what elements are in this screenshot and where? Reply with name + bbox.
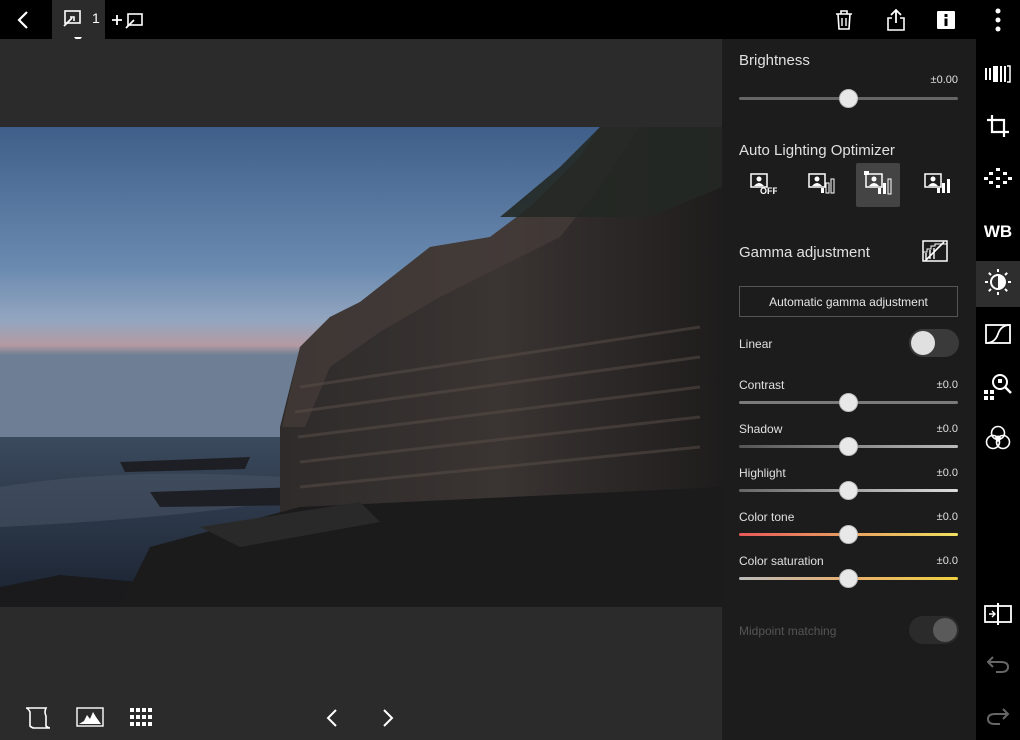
share-icon <box>886 8 906 32</box>
rating-value: 1 <box>92 10 100 26</box>
shadow-label: Shadow <box>739 422 783 436</box>
filmstrip-scroll-icon <box>24 707 52 734</box>
lens-correction-icon <box>984 167 1012 194</box>
top-toolbar: 1 <box>0 0 1020 42</box>
more-vertical-icon <box>995 8 1001 32</box>
color-saturation-label: Color saturation <box>739 554 824 568</box>
linear-toggle[interactable] <box>909 329 959 357</box>
brightness-label: Brightness <box>739 52 810 69</box>
filmstrip-button[interactable] <box>24 706 52 735</box>
previous-image-button[interactable] <box>326 708 338 733</box>
next-image-button[interactable] <box>382 708 394 733</box>
svg-text:OFF: OFF <box>760 186 777 195</box>
highlight-label: Highlight <box>739 466 786 480</box>
share-button[interactable] <box>882 0 910 39</box>
info-button[interactable] <box>934 0 958 39</box>
sidebar-item-presets[interactable] <box>976 53 1020 99</box>
compare-icon <box>984 602 1012 630</box>
undo-button[interactable] <box>976 643 1020 689</box>
sidebar-item-tone-curve[interactable] <box>976 313 1020 359</box>
info-icon <box>937 10 955 29</box>
chevron-left-icon <box>16 10 30 30</box>
photo-preview[interactable] <box>0 127 722 607</box>
chevron-right-icon <box>382 709 394 732</box>
detail-zoom-icon <box>984 372 1012 405</box>
brightness-slider-knob[interactable] <box>839 89 858 108</box>
automatic-gamma-adjustment-button[interactable]: Automatic gamma adjustment <box>739 286 958 317</box>
image-viewer[interactable] <box>0 39 722 696</box>
sidebar-item-color[interactable] <box>976 417 1020 463</box>
chevron-left-icon <box>326 709 338 732</box>
undo-icon <box>986 655 1010 678</box>
grid-icon <box>130 708 152 730</box>
alo-off-icon: OFF <box>749 171 778 200</box>
alo-standard-button[interactable] <box>856 163 900 207</box>
contrast-slider-knob[interactable] <box>839 393 858 412</box>
sidebar-item-lens[interactable] <box>976 157 1020 203</box>
sidebar-item-white-balance[interactable]: WB <box>976 209 1020 255</box>
delete-button[interactable] <box>830 0 858 39</box>
contrast-label: Contrast <box>739 378 785 392</box>
gamma-curve-icon <box>922 240 948 266</box>
crop-icon <box>986 114 1010 143</box>
shadow-slider-knob[interactable] <box>839 437 858 456</box>
histogram-button[interactable] <box>76 707 104 732</box>
adjustment-panel: Brightness ±0.00 Auto Lighting Optimizer… <box>722 39 976 740</box>
shadow-value: ±0.0 <box>936 423 958 435</box>
sidebar-item-detail[interactable] <box>976 365 1020 411</box>
sidebar-item-crop[interactable] <box>976 105 1020 151</box>
color-tone-label: Color tone <box>739 510 795 524</box>
sidebar-item-brightness[interactable] <box>976 261 1020 307</box>
gamma-adjust-button[interactable] <box>922 240 948 267</box>
redo-icon <box>986 707 1010 730</box>
alo-low-icon <box>807 171 835 200</box>
alo-high-icon <box>923 171 951 200</box>
back-button[interactable] <box>8 0 38 39</box>
color-saturation-value: ±0.0 <box>936 555 958 567</box>
tone-curve-icon <box>985 323 1011 349</box>
gamma-label: Gamma adjustment <box>739 244 870 261</box>
histogram-icon <box>76 707 104 731</box>
alo-standard-icon <box>863 170 893 201</box>
alo-label: Auto Lighting Optimizer <box>739 142 895 159</box>
highlight-slider-knob[interactable] <box>839 481 858 500</box>
brightness-value: ±0.00 <box>930 74 958 86</box>
add-rating-icon <box>110 10 146 30</box>
more-button[interactable] <box>988 0 1008 39</box>
add-rating-button[interactable] <box>108 0 148 39</box>
alo-off-button[interactable]: OFF <box>741 163 785 207</box>
alo-low-button[interactable] <box>799 163 843 207</box>
midpoint-matching-toggle[interactable] <box>909 616 959 644</box>
color-saturation-slider-knob[interactable] <box>839 569 858 588</box>
bottom-toolbar <box>0 696 722 740</box>
color-tone-value: ±0.0 <box>936 511 958 523</box>
linear-label: Linear <box>739 337 773 351</box>
contrast-value: ±0.0 <box>936 379 958 391</box>
alo-high-button[interactable] <box>915 163 959 207</box>
color-icon <box>985 425 1011 456</box>
highlight-value: ±0.0 <box>936 467 958 479</box>
midpoint-matching-label: Midpoint matching <box>739 624 837 638</box>
brightness-icon <box>984 268 1012 301</box>
grid-button[interactable] <box>130 708 152 731</box>
tone-curve-presets-icon <box>985 64 1011 89</box>
white-balance-icon: WB <box>983 222 1013 241</box>
midpoint-matching-toggle-knob <box>933 618 957 642</box>
tool-sidebar: WB <box>976 39 1020 740</box>
trash-icon <box>835 9 853 31</box>
color-tone-slider-knob[interactable] <box>839 525 858 544</box>
linear-toggle-knob <box>911 331 935 355</box>
redo-button[interactable] <box>976 695 1020 740</box>
compare-button[interactable] <box>976 593 1020 639</box>
